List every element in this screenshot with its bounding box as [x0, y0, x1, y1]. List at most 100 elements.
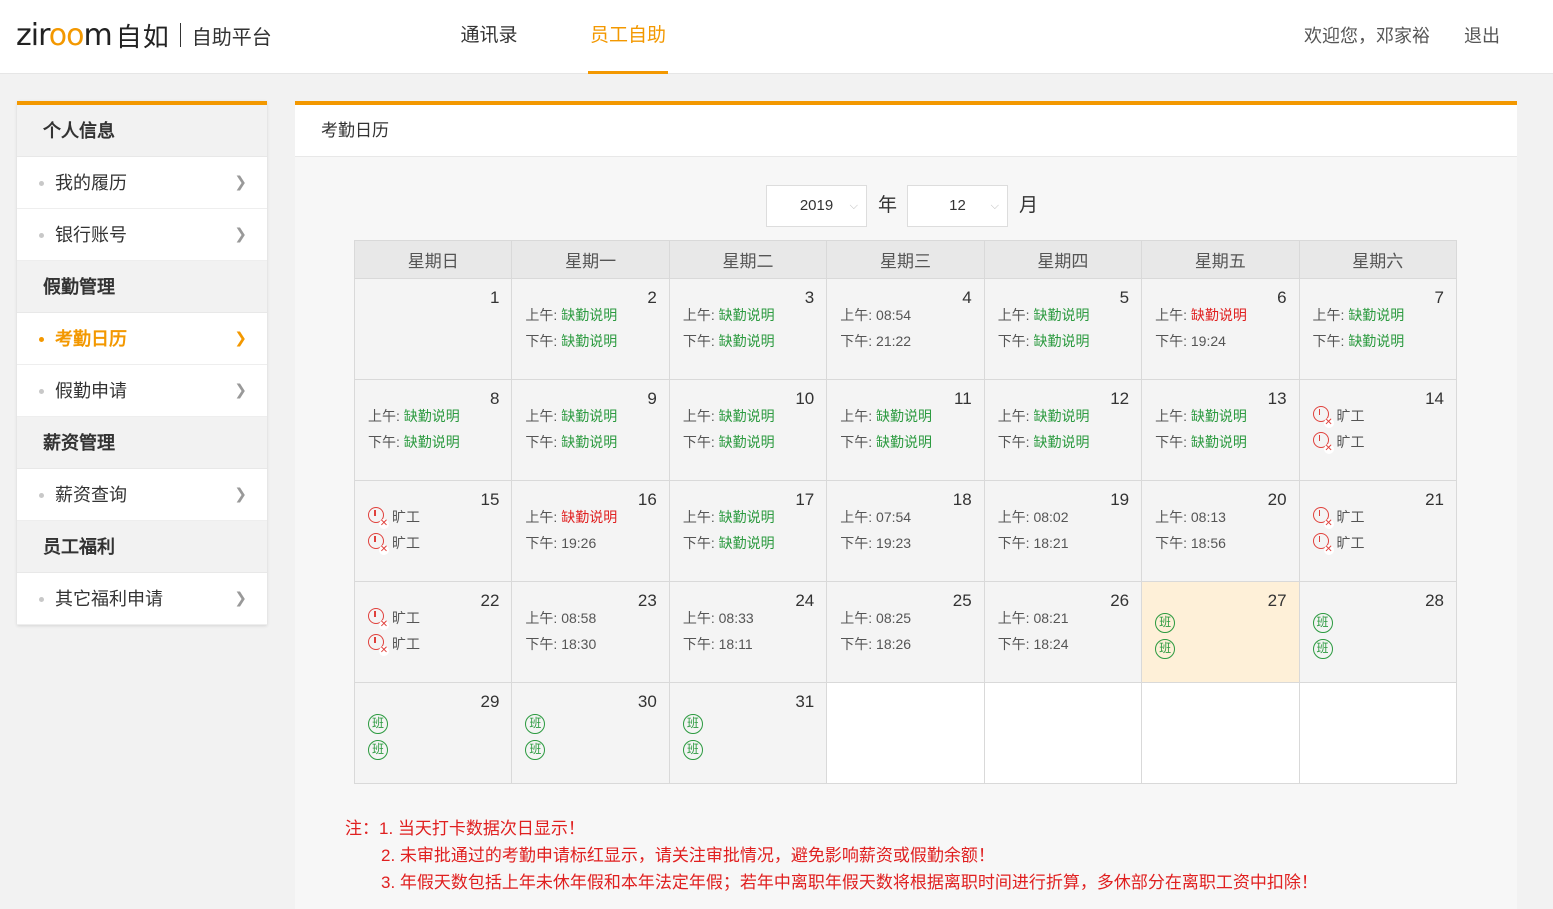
sidebar-item-attendance-calendar[interactable]: 考勤日历 ❯ — [17, 313, 267, 365]
absence-explanation-link[interactable]: 缺勤说明 — [876, 434, 932, 450]
calendar-day-cell[interactable]: 22 ✕ 旷工 ✕ 旷工 — [353, 581, 513, 683]
pm-record: 下午: 缺勤说明 — [840, 432, 932, 452]
absence-explanation-link[interactable]: 缺勤说明 — [1348, 333, 1404, 349]
calendar-day-cell[interactable]: 24 上午: 08:33 下午: 18:11 — [668, 581, 828, 683]
pm-label: 下午: — [525, 636, 558, 652]
calendar-day-cell[interactable]: 9 上午: 缺勤说明 下午: 缺勤说明 — [511, 379, 670, 481]
absence-explanation-link[interactable]: 缺勤说明 — [876, 408, 932, 424]
absence-explanation-link[interactable]: 缺勤说明 — [561, 333, 617, 349]
sidebar-item-other-benefits[interactable]: 其它福利申请 ❯ — [17, 573, 267, 625]
sidebar-item-salary-query[interactable]: 薪资查询 ❯ — [17, 469, 267, 521]
day-number: 9 — [647, 389, 657, 408]
calendar-day-cell[interactable]: 31 班班 — [668, 682, 828, 784]
absent-label: 旷工 — [1336, 535, 1365, 551]
bullet-dot — [39, 493, 44, 498]
pm-record: 下午: 缺勤说明 — [525, 331, 617, 351]
month-select[interactable]: 12 ⌵ — [907, 185, 1008, 227]
calendar-day-cell[interactable]: 18 上午: 07:54 下午: 19:23 — [826, 480, 985, 582]
absence-explanation-link[interactable]: 缺勤说明 — [561, 509, 617, 525]
calendar-day-cell[interactable]: 10 上午: 缺勤说明 下午: 缺勤说明 — [668, 379, 828, 481]
day-number: 25 — [952, 591, 972, 610]
logout-link[interactable]: 退出 — [1464, 0, 1500, 72]
calendar-day-cell[interactable]: 25 上午: 08:25 下午: 18:26 — [826, 581, 985, 683]
absence-explanation-link[interactable]: 缺勤说明 — [719, 434, 775, 450]
absence-explanation-link[interactable]: 缺勤说明 — [1191, 434, 1247, 450]
calendar-day-cell[interactable]: 23 上午: 08:58 下午: 18:30 — [511, 581, 670, 683]
calendar-day-cell[interactable]: 16 上午: 缺勤说明 下午: 19:26 — [511, 480, 670, 582]
sidebar-group-attendance: 假勤管理 — [17, 261, 267, 313]
calendar-day-cell[interactable]: 11 上午: 缺勤说明 下午: 缺勤说明 — [826, 379, 985, 481]
calendar-day-cell[interactable]: 21 ✕ 旷工 ✕ 旷工 — [1298, 480, 1458, 582]
calendar-day-cell[interactable]: 4 上午: 08:54 下午: 21:22 — [826, 278, 985, 380]
absence-explanation-link[interactable]: 缺勤说明 — [404, 434, 460, 450]
sidebar-item-resume[interactable]: 我的履历 ❯ — [17, 157, 267, 209]
absence-explanation-link[interactable]: 缺勤说明 — [404, 408, 460, 424]
nav-employee-self-service[interactable]: 员工自助 — [588, 0, 668, 74]
calendar-day-cell[interactable]: 1 — [353, 278, 513, 380]
absence-explanation-link[interactable]: 缺勤说明 — [719, 509, 775, 525]
absence-explanation-link[interactable]: 缺勤说明 — [561, 307, 617, 323]
calendar-day-cell[interactable]: 6 上午: 缺勤说明 下午: 19:24 — [1141, 278, 1300, 380]
day-number: 15 — [480, 490, 500, 509]
absence-explanation-link[interactable]: 缺勤说明 — [719, 408, 775, 424]
absence-explanation-link[interactable]: 缺勤说明 — [719, 535, 775, 551]
x-mark: ✕ — [379, 518, 389, 529]
chevron-right-icon: ❯ — [234, 382, 247, 399]
calendar-day-cell[interactable]: 5 上午: 缺勤说明 下午: 缺勤说明 — [983, 278, 1143, 380]
absence-explanation-link[interactable]: 缺勤说明 — [1033, 434, 1089, 450]
absence-explanation-link[interactable]: 缺勤说明 — [719, 333, 775, 349]
am-record: 上午: 08:21 — [998, 608, 1069, 628]
chevron-right-icon: ❯ — [234, 486, 247, 503]
absence-explanation-link[interactable]: 缺勤说明 — [1033, 408, 1089, 424]
calendar-day-cell[interactable]: 30 班班 — [511, 682, 670, 784]
absence-explanation-link[interactable]: 缺勤说明 — [1191, 307, 1247, 323]
calendar-day-cell[interactable]: 17 上午: 缺勤说明 下午: 缺勤说明 — [668, 480, 828, 582]
calendar-day-cell[interactable]: 26 上午: 08:21 下午: 18:24 — [983, 581, 1143, 683]
calendar-day-cell[interactable]: 27 班班 — [1141, 581, 1300, 683]
weekday-header: 星期四 — [983, 240, 1143, 279]
am-label: 上午: — [1155, 509, 1187, 525]
weekday-header-row: 星期日 星期一 星期二 星期三 星期四 星期五 星期六 — [353, 240, 1458, 279]
day-number: 4 — [962, 288, 972, 307]
am-label: 上午: — [682, 307, 715, 323]
sidebar-item-bank-account[interactable]: 银行账号 ❯ — [17, 209, 267, 261]
calendar-day-cell[interactable]: 19 上午: 08:02 下午: 18:21 — [983, 480, 1143, 582]
month-label: 月 — [1019, 195, 1039, 216]
weekday-header: 星期二 — [668, 240, 828, 279]
day-number: 8 — [489, 389, 500, 408]
calendar-day-cell[interactable]: 2 上午: 缺勤说明 下午: 缺勤说明 — [511, 278, 670, 380]
logo[interactable]: ziroom 自如 自助平台 — [16, 18, 272, 53]
calendar-day-cell[interactable]: 20 上午: 08:13 下午: 18:56 — [1141, 480, 1300, 582]
day-number: 26 — [1110, 591, 1130, 610]
absence-explanation-link[interactable]: 缺勤说明 — [1033, 307, 1089, 323]
calendar-day-cell[interactable]: 13 上午: 缺勤说明 下午: 缺勤说明 — [1141, 379, 1300, 481]
absence-explanation-link[interactable]: 缺勤说明 — [719, 307, 775, 323]
absence-explanation-link[interactable]: 缺勤说明 — [561, 408, 617, 424]
shift-icon: 班 — [1312, 639, 1333, 659]
pm-label: 下午: — [997, 636, 1030, 652]
pm-label: 下午: — [997, 535, 1030, 551]
am-record: 上午: 缺勤说明 — [525, 406, 617, 426]
shift-record: 班 — [1155, 634, 1176, 659]
calendar-day-cell[interactable]: 3 上午: 缺勤说明 下午: 缺勤说明 — [668, 278, 828, 380]
calendar-day-cell[interactable]: 7 上午: 缺勤说明 下午: 缺勤说明 — [1298, 278, 1458, 380]
calendar-day-cell[interactable]: 8 上午: 缺勤说明 下午: 缺勤说明 — [353, 379, 513, 481]
calendar-day-cell[interactable]: 28 班班 — [1298, 581, 1458, 683]
calendar-day-cell[interactable]: 29 班班 — [353, 682, 513, 784]
sidebar-item-leave-request[interactable]: 假勤申请 ❯ — [17, 365, 267, 417]
calendar-day-cell[interactable]: 12 上午: 缺勤说明 下午: 缺勤说明 — [983, 379, 1143, 481]
x-mark: ✕ — [1323, 443, 1334, 454]
absence-explanation-link[interactable]: 缺勤说明 — [1191, 408, 1247, 424]
am-label: 上午: — [1312, 307, 1345, 323]
year-select[interactable]: 2019 ⌵ — [766, 185, 867, 227]
absence-explanation-link[interactable]: 缺勤说明 — [1033, 333, 1089, 349]
calendar-empty-cell — [826, 682, 985, 784]
nav-contacts[interactable]: 通讯录 — [458, 0, 520, 74]
absent-record: ✕ 旷工 — [1312, 533, 1365, 555]
pm-label: 下午: — [682, 434, 715, 450]
absence-explanation-link[interactable]: 缺勤说明 — [1348, 307, 1404, 323]
calendar-day-cell[interactable]: 15 ✕ 旷工 ✕ 旷工 — [353, 480, 513, 582]
calendar-day-cell[interactable]: 14 ✕ 旷工 ✕ 旷工 — [1298, 379, 1458, 481]
absence-explanation-link[interactable]: 缺勤说明 — [561, 434, 617, 450]
welcome-text: 欢迎您，邓家裕 — [1304, 26, 1430, 46]
